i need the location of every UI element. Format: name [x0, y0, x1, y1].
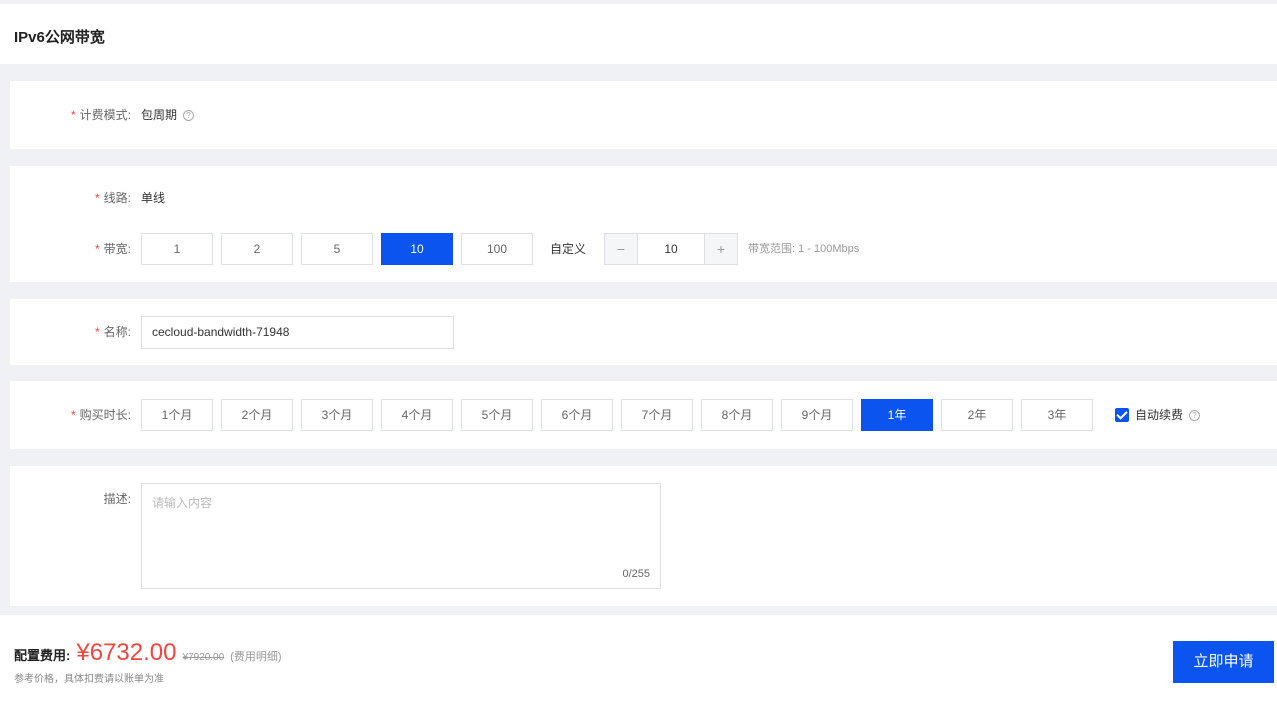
required-mark: * — [70, 108, 76, 122]
duration-option-7m[interactable]: 7个月 — [621, 399, 693, 431]
bandwidth-option-5[interactable]: 5 — [301, 233, 373, 265]
bandwidth-option-2[interactable]: 2 — [221, 233, 293, 265]
required-mark: * — [70, 408, 76, 422]
bandwidth-range-hint: 带宽范围: 1 - 100Mbps — [748, 243, 860, 255]
required-mark: * — [94, 191, 100, 205]
bandwidth-option-100[interactable]: 100 — [461, 233, 533, 265]
duration-option-3m[interactable]: 3个月 — [301, 399, 373, 431]
duration-option-8m[interactable]: 8个月 — [701, 399, 773, 431]
line-value: 单线 — [141, 191, 166, 205]
fee-summary: 配置费用: ¥6732.00 ¥7920.00 (费用明细) — [14, 639, 282, 667]
bandwidth-stepper: − 10 + — [604, 233, 738, 265]
duration-option-2y[interactable]: 2年 — [941, 399, 1013, 431]
description-card: 描述: 请输入内容 0/255 — [10, 466, 1277, 606]
check-icon[interactable] — [1115, 408, 1129, 422]
decrement-button[interactable]: − — [605, 234, 637, 264]
duration-option-6m[interactable]: 6个月 — [541, 399, 613, 431]
line-label: * 线路: — [94, 191, 131, 205]
description-textarea[interactable]: 请输入内容 0/255 — [141, 483, 661, 589]
bandwidth-label: * 带宽: — [94, 242, 131, 256]
duration-option-4m[interactable]: 4个月 — [381, 399, 453, 431]
increment-button[interactable]: + — [705, 234, 737, 264]
required-mark: * — [94, 242, 100, 256]
required-mark: * — [94, 325, 100, 339]
submit-button[interactable]: 立即申请 — [1173, 641, 1274, 683]
fee-detail-link[interactable]: (费用明细) — [230, 648, 281, 664]
duration-label: * 购买时长: — [70, 408, 131, 422]
name-label: * 名称: — [94, 325, 131, 339]
billing-value: 包周期? — [141, 99, 195, 131]
bandwidth-option-10[interactable]: 10 — [381, 233, 453, 265]
duration-option-9m[interactable]: 9个月 — [781, 399, 853, 431]
fee-note: 参考价格，具体扣费请以账单为准 — [14, 674, 164, 685]
order-footer: 配置费用: ¥6732.00 ¥7920.00 (费用明细) 参考价格，具体扣费… — [0, 615, 1277, 720]
duration-option-1m[interactable]: 1个月 — [141, 399, 213, 431]
bandwidth-option-1[interactable]: 1 — [141, 233, 213, 265]
duration-option-1y[interactable]: 1年 — [861, 399, 933, 431]
description-label: 描述: — [103, 492, 131, 506]
duration-option-2m[interactable]: 2个月 — [221, 399, 293, 431]
fee-price: ¥6732.00 — [76, 639, 177, 666]
duration-card: * 购买时长: 1个月 2个月 3个月 4个月 5个月 6个月 7个月 8个月 9… — [10, 381, 1277, 449]
billing-card: * 计费模式: 包周期? — [10, 81, 1277, 149]
page-title: IPv6公网带宽 — [14, 29, 105, 46]
description-counter: 0/255 — [622, 568, 650, 580]
original-price: ¥7920.00 — [182, 652, 225, 663]
question-circle-icon[interactable]: ? — [183, 110, 195, 122]
billing-label: * 计费模式: — [70, 108, 131, 122]
bandwidth-stepper-input[interactable]: 10 — [637, 234, 705, 264]
duration-option-3y[interactable]: 3年 — [1021, 399, 1093, 431]
description-placeholder: 请输入内容 — [152, 496, 213, 510]
network-card: * 线路: 单线 * 带宽: 1 2 5 10 100 自定义 − 10 + 带宽范… — [10, 166, 1277, 282]
duration-option-5m[interactable]: 5个月 — [461, 399, 533, 431]
auto-renew-label: 自动续费 — [1135, 408, 1184, 422]
name-input[interactable]: cecloud-bandwidth-71948 — [141, 316, 454, 349]
question-circle-icon[interactable]: ? — [1189, 409, 1201, 421]
custom-bandwidth-label: 自定义 — [550, 242, 587, 256]
name-card: * 名称: cecloud-bandwidth-71948 — [10, 299, 1277, 365]
page-header: IPv6公网带宽 — [0, 4, 1277, 64]
auto-renew-toggle[interactable]: 自动续费 ? — [1115, 399, 1201, 431]
fee-label: 配置费用: — [14, 648, 71, 663]
